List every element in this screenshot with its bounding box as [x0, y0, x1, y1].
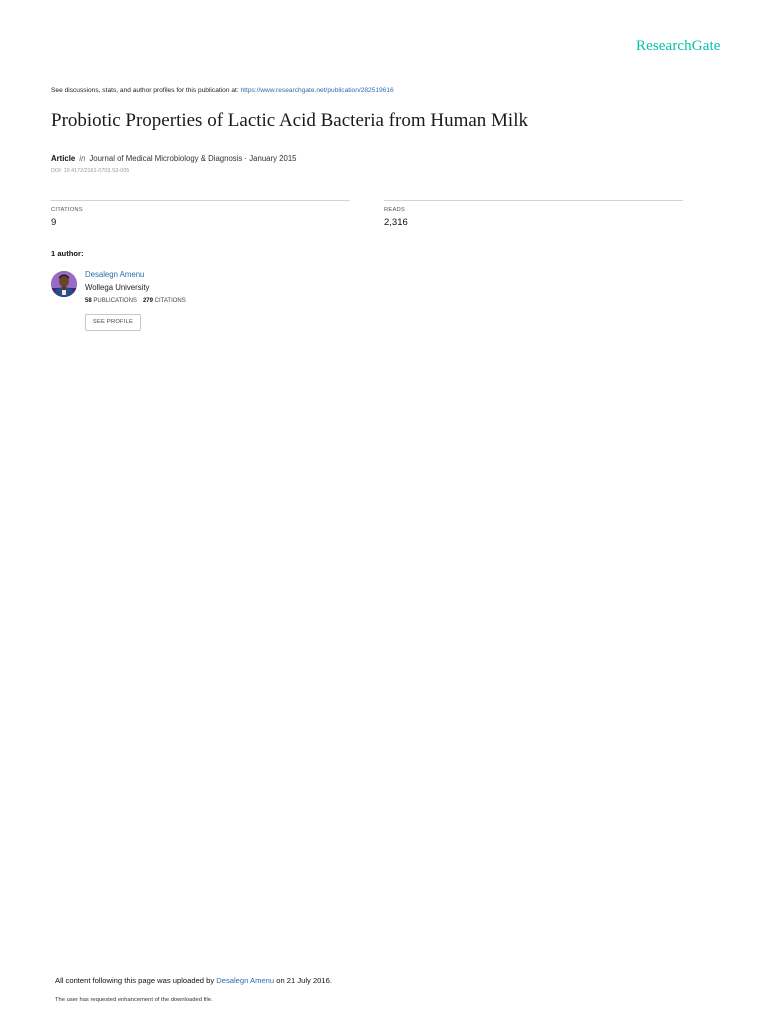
authors-heading: 1 author:	[51, 249, 84, 258]
author-publications-count: 58	[85, 298, 92, 304]
publication-link[interactable]: https://www.researchgate.net/publication…	[241, 87, 394, 94]
reads-value: 2,316	[384, 217, 408, 228]
intro-text: See discussions, stats, and author profi…	[51, 87, 241, 94]
author-citations-count: 279	[142, 298, 153, 304]
footer-upload-suffix: on 21 July 2016.	[274, 976, 332, 985]
reads-label: READS	[384, 207, 405, 213]
publication-venue: Journal of Medical Microbiology & Diagno…	[89, 154, 297, 163]
avatar[interactable]	[51, 271, 77, 297]
footer-upload-line: All content following this page was uplo…	[55, 976, 332, 985]
citations-label: CITATIONS	[51, 207, 83, 213]
avatar-portrait-icon	[51, 271, 77, 297]
in-label: in	[79, 154, 86, 163]
doi-text: DOI: 10.4172/2161-0703.S3-005	[51, 168, 130, 174]
footer-note: The user has requested enhancement of th…	[55, 997, 213, 1003]
publication-type: Article	[51, 154, 76, 163]
see-profile-button[interactable]: SEE PROFILE	[85, 314, 141, 331]
reads-divider	[384, 200, 683, 201]
author-institution: Wollega University	[85, 283, 150, 292]
intro-line: See discussions, stats, and author profi…	[51, 87, 394, 94]
publication-meta: Article in Journal of Medical Microbiology…	[51, 154, 297, 163]
footer-uploader-link[interactable]: Desalegn Amenu	[216, 976, 274, 985]
author-name-link[interactable]: Desalegn Amenu	[85, 270, 144, 279]
author-stats: 58 PUBLICATIONS 279 CITATIONS	[85, 298, 186, 304]
footer-upload-prefix: All content following this page was uplo…	[55, 976, 217, 985]
citations-value: 9	[51, 217, 57, 228]
author-citations-label: CITATIONS	[154, 298, 186, 304]
citations-divider	[51, 200, 350, 201]
author-publications-label: PUBLICATIONS	[93, 298, 137, 304]
page-title: Probiotic Properties of Lactic Acid Bact…	[51, 110, 528, 131]
researchgate-logo[interactable]: ResearchGate	[636, 38, 720, 55]
